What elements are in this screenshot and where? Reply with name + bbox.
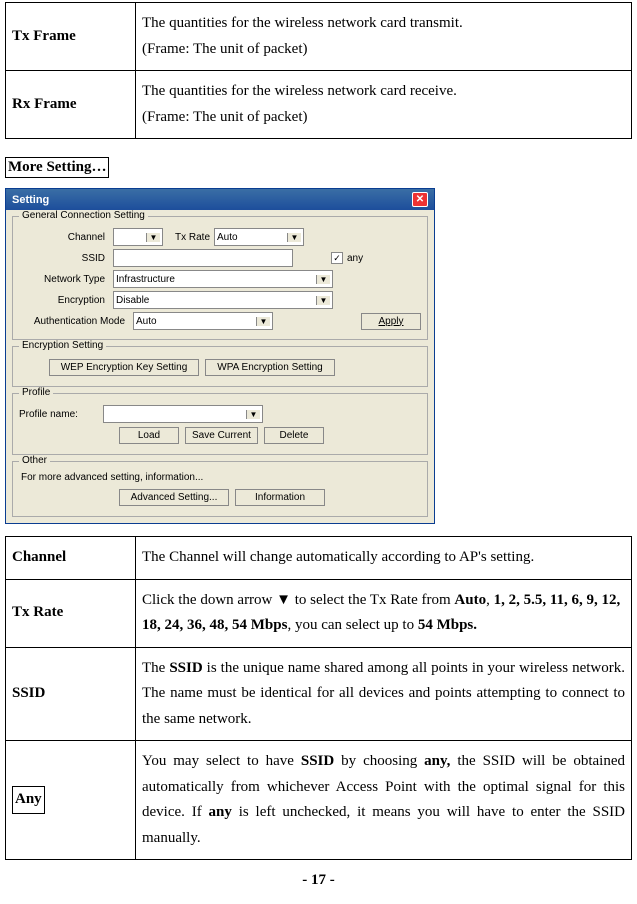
auth-mode-value: Auto <box>136 316 157 327</box>
chevron-down-icon[interactable]: ▼ <box>256 317 270 326</box>
rx-frame-label: Rx Frame <box>6 71 136 139</box>
profile-name-select[interactable]: ▼ <box>103 405 263 423</box>
desc-line: (Frame: The unit of packet) <box>142 105 625 131</box>
any-checkbox[interactable]: ✓ <box>331 252 343 264</box>
bold-text: Auto <box>454 592 486 608</box>
txrate-row-desc: Click the down arrow ▼ to select the Tx … <box>136 579 632 647</box>
channel-label: Channel <box>19 232 109 243</box>
auth-mode-label: Authentication Mode <box>19 316 129 327</box>
rx-frame-desc: The quantities for the wireless network … <box>136 71 632 139</box>
desc-line: The quantities for the wireless network … <box>142 11 625 37</box>
network-type-select[interactable]: Infrastructure ▼ <box>113 270 333 288</box>
desc-line: (Frame: The unit of packet) <box>142 37 625 63</box>
bottom-definition-table: Channel The Channel will change automati… <box>5 536 632 860</box>
desc-line: The quantities for the wireless network … <box>142 79 625 105</box>
more-setting-heading: More Setting… <box>5 157 109 178</box>
apply-button[interactable]: Apply <box>361 313 421 330</box>
chevron-down-icon[interactable]: ▼ <box>146 233 160 242</box>
encryption-setting-group: Encryption Setting WEP Encryption Key Se… <box>12 346 428 387</box>
txrate-label: Tx Rate <box>175 232 210 243</box>
text: You may select to have <box>142 753 301 769</box>
tx-frame-label: Tx Frame <box>6 3 136 71</box>
encryption-label: Encryption <box>19 295 109 306</box>
wpa-button[interactable]: WPA Encryption Setting <box>205 359 335 376</box>
table-row: Tx Frame The quantities for the wireless… <box>6 3 632 71</box>
tx-frame-desc: The quantities for the wireless network … <box>136 3 632 71</box>
any-label: any <box>347 253 363 264</box>
chevron-down-icon[interactable]: ▼ <box>316 296 330 305</box>
ssid-label: SSID <box>19 253 109 264</box>
channel-select[interactable]: ▼ <box>113 228 163 246</box>
chevron-down-icon[interactable]: ▼ <box>316 275 330 284</box>
general-connection-group: General Connection Setting Channel ▼ Tx … <box>12 216 428 340</box>
bold-text: SSID <box>169 660 202 676</box>
other-desc: For more advanced setting, information..… <box>21 472 421 483</box>
channel-row-label: Channel <box>6 537 136 580</box>
txrate-select[interactable]: Auto ▼ <box>214 228 304 246</box>
encryption-select[interactable]: Disable ▼ <box>113 291 333 309</box>
txrate-row-label: Tx Rate <box>6 579 136 647</box>
text: The <box>142 660 169 676</box>
table-row: SSID The SSID is the unique name shared … <box>6 647 632 741</box>
txrate-value: Auto <box>217 232 238 243</box>
text: by choosing <box>334 753 424 769</box>
text: , you can select up to <box>287 617 417 633</box>
save-current-button[interactable]: Save Current <box>185 427 258 444</box>
group-title: Other <box>19 455 50 466</box>
any-row-desc: You may select to have SSID by choosing … <box>136 741 632 860</box>
other-group: Other For more advanced setting, informa… <box>12 461 428 517</box>
any-row-label: Any <box>12 786 45 814</box>
dialog-title-bar: Setting ✕ <box>6 189 434 210</box>
text: is the unique name shared among all poin… <box>142 660 625 727</box>
bold-text: 54 Mbps. <box>418 617 477 633</box>
auth-mode-select[interactable]: Auto ▼ <box>133 312 273 330</box>
chevron-down-icon[interactable]: ▼ <box>246 410 260 419</box>
text: , <box>486 592 494 608</box>
group-title: Encryption Setting <box>19 340 106 351</box>
profile-group: Profile Profile name: ▼ Load Save Curren… <box>12 393 428 455</box>
information-button[interactable]: Information <box>235 489 325 506</box>
network-type-value: Infrastructure <box>116 274 175 285</box>
wep-button[interactable]: WEP Encryption Key Setting <box>49 359 199 376</box>
channel-row-desc: The Channel will change automatically ac… <box>136 537 632 580</box>
network-type-label: Network Type <box>19 274 109 285</box>
load-button[interactable]: Load <box>119 427 179 444</box>
delete-button[interactable]: Delete <box>264 427 324 444</box>
top-definition-table: Tx Frame The quantities for the wireless… <box>5 2 632 139</box>
ssid-row-desc: The SSID is the unique name shared among… <box>136 647 632 741</box>
encryption-value: Disable <box>116 295 149 306</box>
table-row: Rx Frame The quantities for the wireless… <box>6 71 632 139</box>
group-title: General Connection Setting <box>19 210 148 221</box>
ssid-input[interactable] <box>113 249 293 267</box>
page-number: - 17 - <box>5 872 632 889</box>
table-row: Channel The Channel will change automati… <box>6 537 632 580</box>
bold-text: SSID <box>301 753 334 769</box>
text: Click the down arrow ▼ to select the Tx … <box>142 592 454 608</box>
table-row: Tx Rate Click the down arrow ▼ to select… <box>6 579 632 647</box>
table-row: Any You may select to have SSID by choos… <box>6 741 632 860</box>
advanced-setting-button[interactable]: Advanced Setting... <box>119 489 229 506</box>
chevron-down-icon[interactable]: ▼ <box>287 233 301 242</box>
close-icon[interactable]: ✕ <box>412 192 428 207</box>
setting-dialog: Setting ✕ General Connection Setting Cha… <box>5 188 435 524</box>
group-title: Profile <box>19 387 53 398</box>
profile-name-label: Profile name: <box>19 409 99 420</box>
any-row-label-cell: Any <box>6 741 136 860</box>
bold-text: any, <box>424 753 450 769</box>
ssid-row-label: SSID <box>6 647 136 741</box>
bold-text: any <box>209 804 232 820</box>
dialog-title: Setting <box>12 194 49 206</box>
